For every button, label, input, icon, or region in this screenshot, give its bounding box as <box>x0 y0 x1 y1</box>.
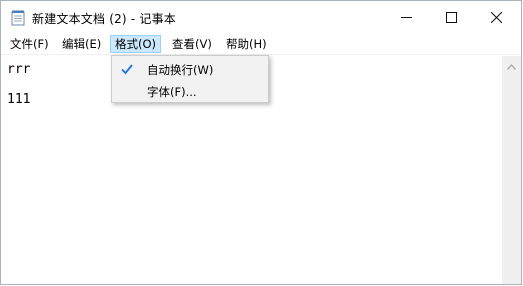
minimize-button[interactable] <box>384 1 429 34</box>
format-dropdown-menu: 自动换行(W) 字体(F)... <box>111 55 269 103</box>
notepad-app-icon <box>11 10 25 26</box>
chevron-up-icon <box>507 55 516 74</box>
menu-edit[interactable]: 编辑(E) <box>58 35 105 53</box>
editor-line: 111 <box>7 92 31 107</box>
scroll-up-button[interactable] <box>502 56 521 73</box>
editor-line: rrr <box>7 62 31 77</box>
menu-item-word-wrap[interactable]: 自动换行(W) <box>114 58 266 80</box>
vertical-scrollbar[interactable] <box>502 56 521 284</box>
minimize-icon <box>401 8 412 27</box>
notepad-window: 新建文本文档 (2) - 记事本 文件(F) 编辑(E) 格式(O) 查看(V)… <box>0 0 522 285</box>
menu-file[interactable]: 文件(F) <box>6 35 53 53</box>
close-icon <box>490 8 503 27</box>
close-button[interactable] <box>474 1 519 34</box>
menu-view[interactable]: 查看(V) <box>168 35 216 53</box>
title-bar[interactable]: 新建文本文档 (2) - 记事本 <box>1 1 521 34</box>
menu-item-label: 字体(F)... <box>147 85 197 99</box>
maximize-icon <box>446 8 457 27</box>
menu-bar: 文件(F) 编辑(E) 格式(O) 查看(V) 帮助(H) <box>1 34 521 55</box>
maximize-button[interactable] <box>429 1 474 34</box>
menu-item-label: 自动换行(W) <box>147 63 214 77</box>
menu-help[interactable]: 帮助(H) <box>222 35 271 53</box>
checkmark-icon <box>120 62 134 76</box>
menu-format[interactable]: 格式(O) <box>110 35 162 53</box>
menu-item-font[interactable]: 字体(F)... <box>114 80 266 102</box>
window-title: 新建文本文档 (2) - 记事本 <box>32 12 176 26</box>
